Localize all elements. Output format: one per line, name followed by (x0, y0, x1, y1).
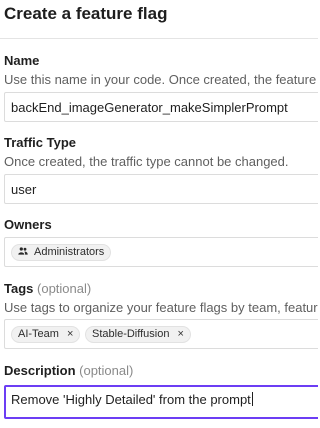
tag-chip-stable-diffusion[interactable]: Stable-Diffusion × (85, 326, 191, 343)
tag-chip-label: AI-Team (18, 328, 59, 340)
owners-input[interactable]: Administrators (4, 237, 318, 267)
owners-label: Owners (4, 217, 52, 232)
remove-tag-icon[interactable]: × (177, 327, 183, 342)
description-optional-hint: (optional) (79, 363, 134, 378)
traffic-type-label: Traffic Type (4, 135, 77, 150)
tags-input[interactable]: AI-Team × Stable-Diffusion × (4, 319, 318, 349)
traffic-type-help-text: Once created, the traffic type cannot be… (4, 154, 289, 169)
description-label-text: Description (4, 363, 76, 378)
description-label: Description (optional) (4, 363, 133, 378)
remove-tag-icon[interactable]: × (67, 327, 73, 342)
page-title: Create a feature flag (4, 4, 168, 23)
name-input-value: backEnd_imageGenerator_makeSimplerPrompt (11, 100, 288, 115)
tag-chip-label: Stable-Diffusion (92, 328, 170, 340)
traffic-type-value: user (11, 182, 37, 197)
tags-optional-hint: (optional) (37, 281, 92, 296)
owner-chip[interactable]: Administrators (11, 244, 112, 261)
name-label: Name (4, 53, 40, 68)
description-textarea-value: Remove 'Highly Detailed' from the prompt (11, 392, 253, 407)
group-icon (18, 245, 28, 260)
owner-chip-label: Administrators (34, 246, 105, 258)
traffic-type-select[interactable]: user (4, 174, 318, 204)
description-text: Remove 'Highly Detailed' from the prompt (11, 392, 251, 407)
tag-chip-ai-team[interactable]: AI-Team × (11, 326, 81, 343)
text-caret (251, 392, 253, 406)
name-help-text: Use this name in your code. Once created… (4, 72, 318, 87)
tags-help-text: Use tags to organize your feature flags … (4, 300, 318, 315)
title-divider (0, 38, 318, 39)
create-feature-flag-panel: Create a feature flag Name Use this name… (0, 0, 318, 428)
tags-label: Tags (optional) (4, 281, 91, 296)
description-textarea[interactable]: Remove 'Highly Detailed' from the prompt (4, 385, 318, 419)
name-input[interactable]: backEnd_imageGenerator_makeSimplerPrompt (4, 92, 318, 122)
tags-label-text: Tags (4, 281, 34, 296)
